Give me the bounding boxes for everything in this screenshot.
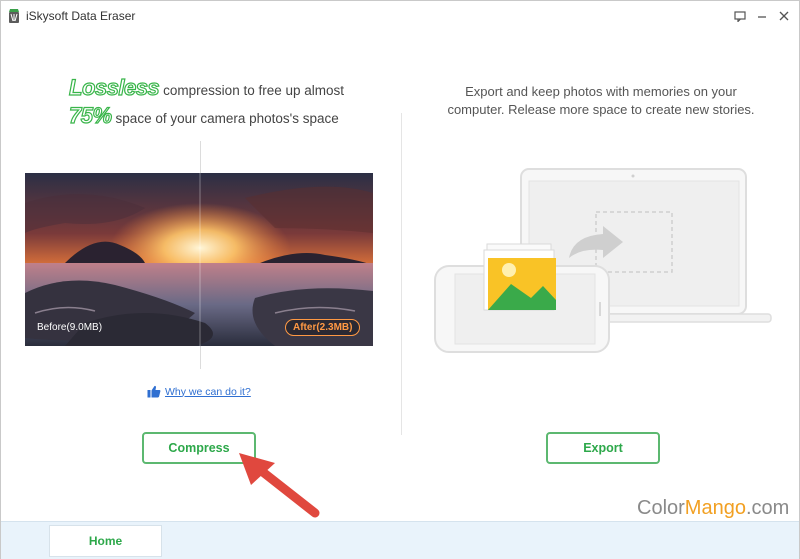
feedback-button[interactable] [731, 7, 749, 25]
lossless-word: Lossless [68, 74, 160, 100]
export-description-line-2: computer. Release more space to create n… [447, 102, 755, 117]
before-size-label: Before(9.0MB) [37, 322, 103, 333]
watermark: ColorMango.com [637, 497, 789, 520]
window-title: iSkysoft Data Eraser [26, 9, 136, 23]
app-icon [9, 9, 19, 23]
export-description: Export and keep photos with memories on … [421, 83, 781, 119]
why-link[interactable]: Why we can do it? [147, 385, 251, 398]
feedback-icon [734, 10, 746, 22]
minimize-button[interactable] [753, 7, 771, 25]
app-window: iSkysoft Data Eraser Lossless compressio… [0, 0, 800, 559]
watermark-part-1: Color [637, 497, 685, 519]
watermark-part-3: .com [745, 497, 790, 519]
close-button[interactable] [775, 7, 793, 25]
thumbs-up-icon [147, 385, 161, 398]
export-description-line-1: Export and keep photos with memories on … [465, 84, 737, 99]
panel-divider [401, 113, 402, 435]
photo-icon [483, 243, 556, 311]
headline-text-1: compression to free up almost [163, 83, 345, 98]
export-illustration [434, 168, 772, 353]
minimize-icon [758, 16, 766, 18]
headline-text-2: space of your camera photos's space [115, 111, 339, 126]
export-button[interactable]: Export [546, 432, 660, 464]
annotation-arrow [239, 453, 320, 518]
home-tab[interactable]: Home [49, 525, 162, 557]
compress-headline: Lossless compression to free up almost 7… [68, 74, 369, 129]
why-link-text: Why we can do it? [165, 385, 251, 398]
percent-word: 75% [68, 102, 112, 128]
watermark-part-2: Mango [684, 497, 746, 519]
close-icon [779, 11, 789, 21]
after-size-badge: After(2.3MB) [285, 319, 361, 336]
title-bar: iSkysoft Data Eraser [1, 1, 799, 31]
